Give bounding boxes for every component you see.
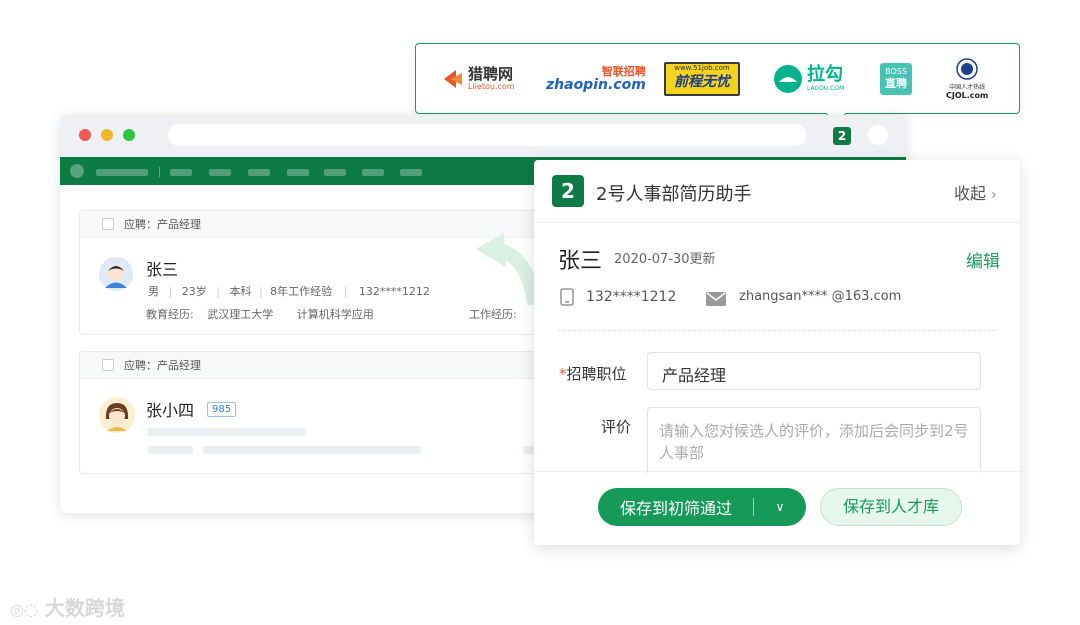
male-avatar-icon xyxy=(99,257,133,291)
cjol-emblem-icon xyxy=(956,58,978,80)
position-input[interactable]: 产品经理 xyxy=(647,352,981,390)
job-sites-banner: 猎聘网 Liietou.com 智联招聘 zhaopin.com www.51j… xyxy=(415,43,1020,114)
cjol-logo: 中国人才热线 CJOL.com xyxy=(946,58,988,100)
watermark-logo-icon: ◎◌ xyxy=(10,600,38,619)
save-to-screening-button[interactable]: 保存到初筛通过 ∨ xyxy=(598,488,806,526)
browser-titlebar: 2 xyxy=(60,115,906,157)
female-avatar-icon xyxy=(99,397,135,433)
evaluation-textarea[interactable]: 请输入您对候选人的评价，添加后会同步到2号人事部 xyxy=(647,407,981,473)
phone-icon xyxy=(560,288,574,306)
profile-avatar[interactable] xyxy=(868,125,888,145)
school-badge: 985 xyxy=(207,402,237,417)
work-label: 工作经历: xyxy=(469,308,517,321)
nav-placeholder[interactable] xyxy=(170,169,192,176)
candidate-name[interactable]: 张三 xyxy=(146,256,178,280)
lagou-icon xyxy=(774,65,802,93)
select-checkbox[interactable] xyxy=(102,218,114,230)
edit-button[interactable]: 编辑 xyxy=(966,247,1000,272)
save-primary-label: 保存到初筛通过 xyxy=(620,499,733,518)
maximize-dot[interactable] xyxy=(123,129,135,141)
watermark: ◎◌ 大数跨境 xyxy=(10,592,125,621)
zhaopin-logo: 智联招聘 zhaopin.com xyxy=(546,65,646,93)
extension-icon[interactable]: 2 xyxy=(833,127,851,145)
education-row: 教育经历: 武汉理工大学 计算机科学应用 xyxy=(146,308,374,321)
resume-assistant-panel: 2 2号人事部简历助手 收起 › 张三 2020-07-30更新 编辑 132*… xyxy=(534,160,1020,545)
updated-date: 2020-07-30更新 xyxy=(614,252,716,267)
nav-placeholder[interactable] xyxy=(248,169,270,176)
collapse-button[interactable]: 收起 › xyxy=(954,180,997,204)
select-checkbox[interactable] xyxy=(102,359,114,371)
nav-placeholder[interactable] xyxy=(324,169,346,176)
chevron-down-icon[interactable]: ∨ xyxy=(754,500,806,514)
nav-placeholder[interactable] xyxy=(400,169,422,176)
candidate-name[interactable]: 张小四 xyxy=(146,397,194,421)
applied-position: 应聘：产品经理 xyxy=(124,359,201,372)
divider xyxy=(558,330,996,331)
placeholder-line xyxy=(148,428,306,436)
candidate-phone: 132****1212 xyxy=(586,289,677,305)
nav-placeholder xyxy=(96,169,148,176)
app-logo-icon: 2 xyxy=(552,175,584,207)
candidate-name: 张三 xyxy=(558,249,603,274)
watermark-text: 大数跨境 xyxy=(44,596,125,620)
evaluation-label: 评价 xyxy=(601,418,632,436)
url-bar[interactable] xyxy=(168,124,806,146)
chevron-right-icon: › xyxy=(991,187,997,203)
minimize-dot[interactable] xyxy=(101,129,113,141)
applied-position: 应聘：产品经理 xyxy=(124,218,201,231)
candidate-card[interactable]: 应聘：产品经理 张小四 985 xyxy=(79,351,579,474)
candidate-meta: 男 | 23岁 | 本科 | 8年工作经验 | 132****1212 xyxy=(148,285,430,298)
nav-divider xyxy=(159,167,160,177)
footer-divider xyxy=(534,471,1020,472)
close-dot[interactable] xyxy=(79,129,91,141)
site-logo-placeholder xyxy=(70,164,84,178)
panel-title: 2号人事部简历助手 xyxy=(596,184,752,205)
position-label: *招聘职位 xyxy=(559,365,627,383)
collapse-label: 收起 xyxy=(954,184,987,203)
candidate-email: zhangsan**** @163.com xyxy=(739,289,902,304)
nav-placeholder[interactable] xyxy=(209,169,231,176)
boss-logo: BOSS 直聘 xyxy=(880,58,912,100)
liepin-logo: 猎聘网 Liietou.com xyxy=(442,58,515,100)
placeholder-line xyxy=(148,446,193,454)
placeholder-line xyxy=(203,446,421,454)
card-header: 应聘：产品经理 xyxy=(80,352,578,379)
liepin-icon xyxy=(444,70,462,88)
lagou-logo: 拉勾 LAGOU.COM xyxy=(773,58,844,100)
nav-placeholder[interactable] xyxy=(287,169,309,176)
51job-logo: www.51job.com 前程无忧 xyxy=(664,58,740,100)
email-icon xyxy=(706,292,726,306)
save-to-talent-pool-button[interactable]: 保存到人才库 xyxy=(820,488,962,526)
nav-placeholder[interactable] xyxy=(362,169,384,176)
